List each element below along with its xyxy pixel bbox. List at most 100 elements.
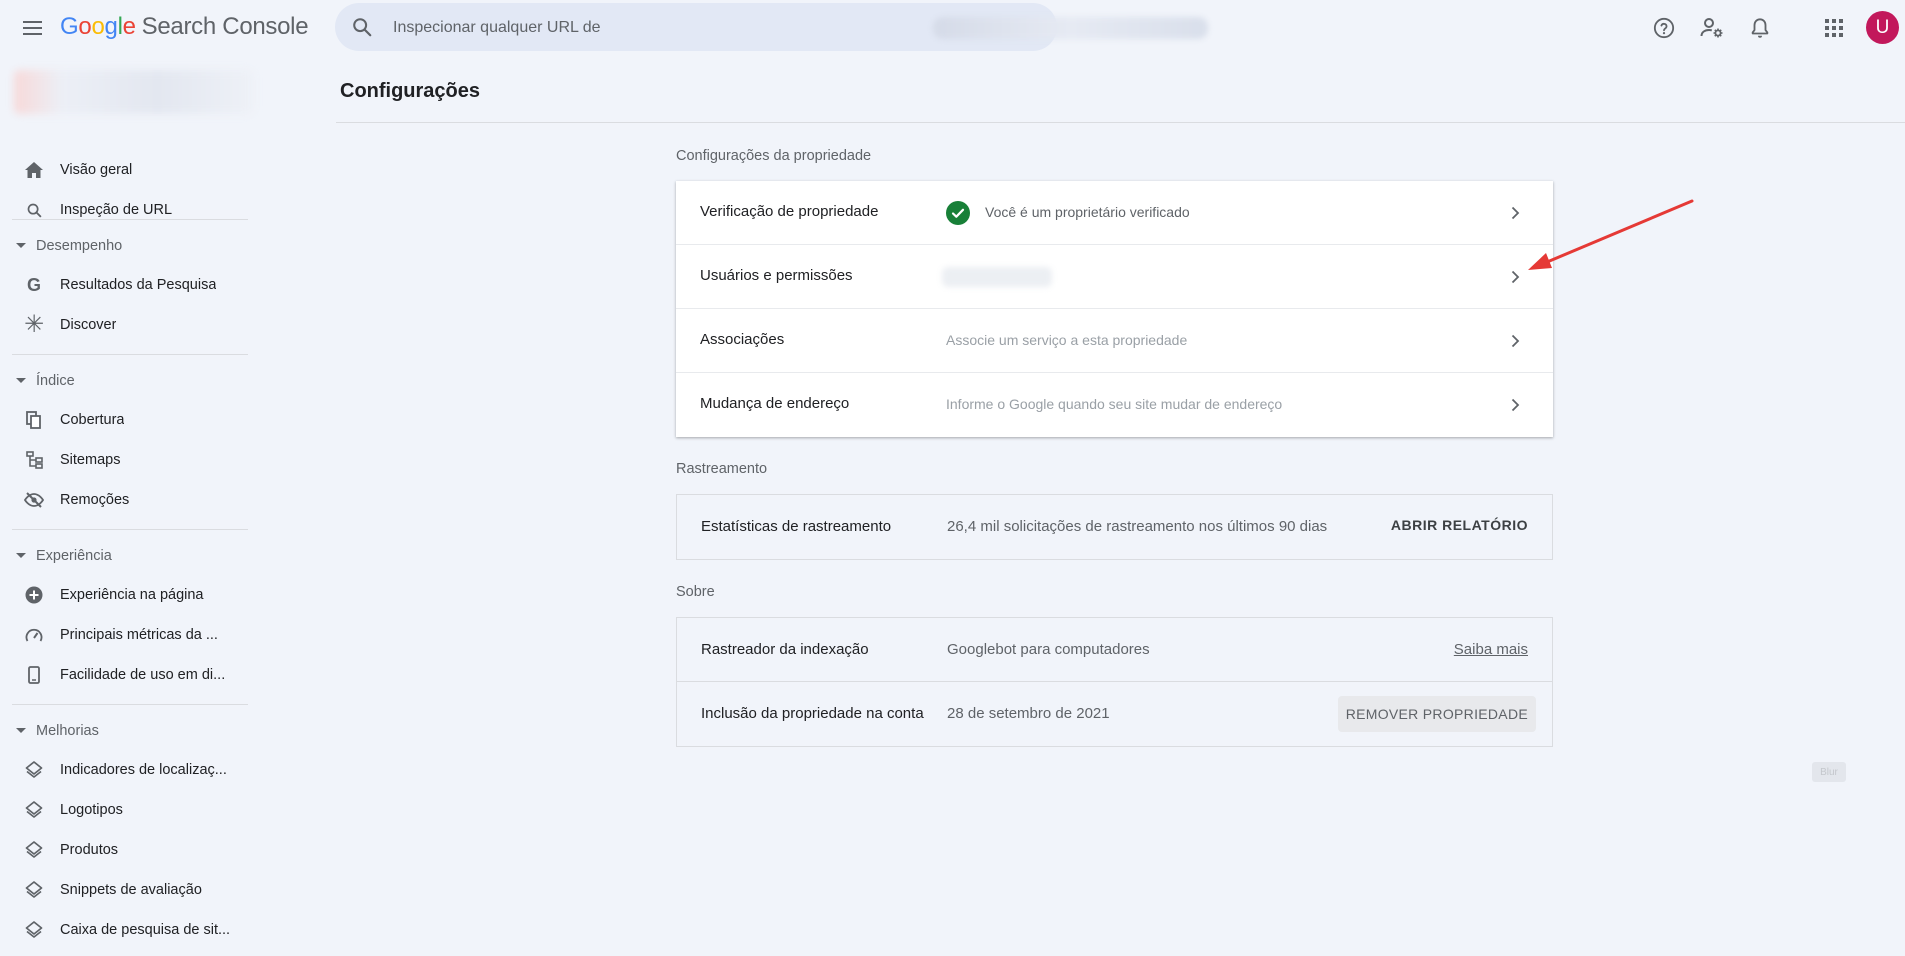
google-search-console-logo[interactable]: Google Search Console xyxy=(60,13,309,41)
sidebar-divider xyxy=(12,529,248,530)
sidebar-item-sitelinks-searchbox[interactable]: Caixa de pesquisa de sit... xyxy=(0,910,262,950)
top-app-bar: Google Search Console Inspecionar qualque… xyxy=(0,0,1905,56)
row-value: 28 de setembro de 2021 xyxy=(947,705,1110,722)
about-card: Rastreador da indexação Googlebot para c… xyxy=(676,617,1553,747)
blurred-property-url xyxy=(933,17,1208,39)
sidebar-item-label: Discover xyxy=(60,317,117,333)
check-circle-icon xyxy=(946,201,970,225)
sidebar-item-label: Experiência na página xyxy=(60,587,204,603)
learn-more-link[interactable]: Saiba mais xyxy=(1454,641,1528,658)
users-permissions-row[interactable]: Usuários e permissões xyxy=(676,245,1553,309)
speed-icon xyxy=(24,625,44,645)
sidebar-item-overview[interactable]: Visão geral xyxy=(0,150,262,190)
layers-icon xyxy=(24,840,44,860)
caret-down-icon xyxy=(16,728,26,733)
sidebar: Visão geral Inspeção de URL Desempenho G… xyxy=(0,56,262,956)
property-settings-label: Configurações da propriedade xyxy=(676,148,872,164)
sidebar-item-products[interactable]: Produtos xyxy=(0,830,262,870)
open-report-button[interactable]: ABRIR RELATÓRIO xyxy=(1391,517,1528,533)
file-copy-icon xyxy=(24,410,44,430)
sidebar-item-discover[interactable]: ✳ Discover xyxy=(0,305,262,345)
layers-icon xyxy=(24,800,44,820)
sidebar-item-page-experience[interactable]: Experiência na página xyxy=(0,575,262,615)
section-index[interactable]: Índice xyxy=(0,368,262,396)
caret-down-icon xyxy=(16,553,26,558)
ownership-verification-row[interactable]: Verificação de propriedade Você é um pro… xyxy=(676,181,1553,245)
sidebar-item-sitemaps[interactable]: Sitemaps xyxy=(0,440,262,480)
row-label: Associações xyxy=(700,331,785,348)
notifications-icon[interactable] xyxy=(1744,12,1776,44)
crawling-card: Estatísticas de rastreamento 26,4 mil so… xyxy=(676,494,1553,560)
row-value: Associe um serviço a esta propriedade xyxy=(946,332,1188,348)
asterisk-icon: ✳ xyxy=(23,311,45,338)
row-value: Googlebot para computadores xyxy=(947,641,1150,658)
row-label: Rastreador da indexação xyxy=(701,641,869,658)
sidebar-item-label: Snippets de avaliação xyxy=(60,882,202,898)
section-enhancements[interactable]: Melhorias xyxy=(0,718,262,746)
page-title: Configurações xyxy=(340,80,481,102)
remove-property-button[interactable]: REMOVER PROPRIEDADE xyxy=(1337,696,1536,732)
layers-icon xyxy=(24,880,44,900)
row-value: 26,4 mil solicitações de rastreamento no… xyxy=(947,518,1328,535)
sidebar-item-logos[interactable]: Logotipos xyxy=(0,790,262,830)
sitemap-icon xyxy=(24,450,44,470)
caret-down-icon xyxy=(16,378,26,383)
row-label: Usuários e permissões xyxy=(700,267,853,284)
sidebar-item-review-snippets[interactable]: Snippets de avaliação xyxy=(0,870,262,910)
sidebar-item-removals[interactable]: Remoções xyxy=(0,480,262,520)
sidebar-item-search-results[interactable]: G Resultados da Pesquisa xyxy=(0,265,262,305)
sidebar-item-label: Principais métricas da ... xyxy=(60,627,218,643)
caret-down-icon xyxy=(16,243,26,248)
sidebar-item-label: Produtos xyxy=(60,842,119,858)
crawl-stats-row: Estatísticas de rastreamento 26,4 mil so… xyxy=(677,495,1552,559)
change-of-address-row[interactable]: Mudança de endereço Informe o Google qua… xyxy=(676,373,1553,437)
property-selector[interactable] xyxy=(14,70,254,114)
manage-users-icon[interactable] xyxy=(1696,12,1728,44)
main-menu-icon[interactable] xyxy=(18,14,46,42)
blurred-value xyxy=(942,267,1052,287)
sidebar-item-label: Caixa de pesquisa de sit... xyxy=(60,922,231,938)
row-label: Mudança de endereço xyxy=(700,395,850,412)
row-value: Informe o Google quando seu site mudar d… xyxy=(946,396,1283,412)
home-icon xyxy=(24,160,44,180)
sidebar-item-label: Indicadores de localizaç... xyxy=(60,762,227,778)
layers-icon xyxy=(24,920,44,940)
property-added-row: Inclusão da propriedade na conta 28 de s… xyxy=(677,682,1552,746)
sidebar-item-label: Sitemaps xyxy=(60,452,121,468)
sidebar-item-label: Inspeção de URL xyxy=(60,202,173,218)
add-circle-icon xyxy=(24,585,44,605)
sidebar-item-mobile-usability[interactable]: Facilidade de uso em di... xyxy=(0,655,262,695)
apps-grid-icon[interactable] xyxy=(1818,12,1850,44)
layers-icon xyxy=(24,760,44,780)
sidebar-item-core-web-vitals[interactable]: Principais métricas da ... xyxy=(0,615,262,655)
sidebar-divider xyxy=(12,354,248,355)
smartphone-icon xyxy=(24,665,44,685)
section-title: Melhorias xyxy=(36,723,99,739)
sidebar-item-coverage[interactable]: Cobertura xyxy=(0,400,262,440)
row-value: Você é um proprietário verificado xyxy=(985,204,1190,220)
section-experience[interactable]: Experiência xyxy=(0,543,262,571)
blur-tag: Blur xyxy=(1812,762,1846,782)
property-settings-card: Verificação de propriedade Você é um pro… xyxy=(676,181,1553,437)
section-title: Experiência xyxy=(36,548,112,564)
sidebar-item-url-inspection[interactable]: Inspeção de URL xyxy=(0,190,262,230)
section-performance[interactable]: Desempenho xyxy=(0,233,262,261)
associations-row[interactable]: Associações Associe um serviço a esta pr… xyxy=(676,309,1553,373)
help-icon[interactable] xyxy=(1648,12,1680,44)
sidebar-item-breadcrumbs[interactable]: Indicadores de localizaç... xyxy=(0,750,262,790)
visibility-off-icon xyxy=(24,490,44,510)
sidebar-item-label: Facilidade de uso em di... xyxy=(60,667,226,683)
account-avatar[interactable]: U xyxy=(1866,11,1899,44)
search-placeholder: Inspecionar qualquer URL de xyxy=(393,19,601,36)
sidebar-item-label: Remoções xyxy=(60,492,130,508)
sidebar-item-label: Logotipos xyxy=(60,802,123,818)
sidebar-divider xyxy=(12,704,248,705)
section-title: Desempenho xyxy=(36,238,123,254)
title-divider xyxy=(336,122,1905,123)
crawling-label: Rastreamento xyxy=(676,461,768,477)
search-icon xyxy=(353,18,372,37)
section-title: Índice xyxy=(36,373,75,389)
sidebar-divider xyxy=(12,219,248,220)
sidebar-item-label: Cobertura xyxy=(60,412,125,428)
url-inspection-search[interactable]: Inspecionar qualquer URL de xyxy=(335,3,1208,51)
